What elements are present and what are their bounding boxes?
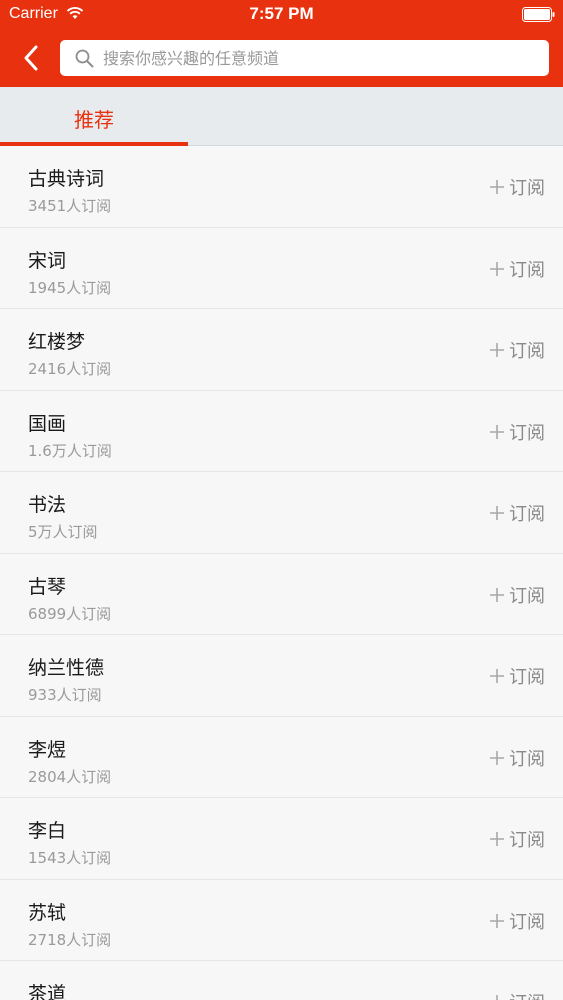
subscribe-label: 订阅 [509,989,545,1000]
list-item[interactable]: 古琴 6899人订阅 订阅 [0,553,563,635]
channel-name: 茶道 [28,983,67,1000]
subscriber-count: 2718人订阅 [28,930,112,949]
subscribe-button[interactable]: 订阅 [489,907,545,935]
plus-icon [490,750,504,765]
list-item[interactable]: 李煜 2804人订阅 订阅 [0,716,563,798]
subscribe-button[interactable]: 订阅 [489,336,545,364]
back-chevron-icon [24,45,38,71]
search-input[interactable] [101,42,549,74]
search-icon [75,49,94,67]
subscribe-button[interactable]: 订阅 [489,255,545,283]
channel-name: 古琴 [28,575,67,598]
subscriber-count: 6899人订阅 [28,604,112,623]
list-item[interactable]: 国画 1.6万人订阅 订阅 [0,390,563,472]
subscribe-button[interactable]: 订阅 [489,825,545,853]
tab-recommended[interactable]: 推荐 [0,87,188,146]
plus-icon [490,587,504,602]
channel-list: 古典诗词 3451人订阅 订阅 宋词 1945人订阅 订阅 红楼梦 2416人订… [0,146,563,1000]
subscribe-label: 订阅 [509,830,545,851]
subscriber-count: 1.6万人订阅 [28,441,112,460]
subscriber-count: 3451人订阅 [28,197,112,215]
subscriber-count: 2416人订阅 [28,360,112,378]
channel-name: 李白 [28,820,67,842]
battery-icon [522,7,555,22]
channel-name: 红楼梦 [28,331,86,353]
list-item[interactable]: 纳兰性德 933人订阅 订阅 [0,635,563,717]
plus-icon [490,506,504,520]
subscribe-button[interactable]: 订阅 [489,581,545,609]
subscribe-button[interactable]: 订阅 [489,988,545,1000]
header: Carrier 7:57 PM [0,0,563,87]
list-item[interactable]: 苏轼 2718人订阅 订阅 [0,879,563,961]
subscriber-count: 933人订阅 [28,686,102,704]
plus-icon [490,261,504,276]
subscribe-button[interactable]: 订阅 [489,418,545,446]
list-item[interactable]: 李白 1543人订阅 订阅 [0,798,563,880]
subscribe-label: 订阅 [509,504,545,525]
list-item[interactable]: 红楼梦 2416人订阅 订阅 [0,309,563,391]
search-box[interactable] [60,40,549,76]
channel-name: 古典诗词 [28,168,105,190]
subscriber-count: 1945人订阅 [28,278,112,297]
plus-icon [490,913,504,928]
subscribe-label: 订阅 [509,585,545,607]
list-item[interactable]: 宋词 1945人订阅 订阅 [0,227,563,309]
plus-icon [490,424,504,439]
plus-icon [490,669,504,683]
subscribe-label: 订阅 [509,667,545,688]
back-button[interactable] [14,40,48,76]
subscriber-count: 2804人订阅 [28,767,112,786]
tab-bar: 推荐 [0,87,563,146]
channel-name: 李煜 [28,738,67,761]
channel-name: 苏轼 [28,901,67,924]
plus-icon [490,180,504,194]
subscribe-label: 订阅 [509,911,545,933]
tab-label: 推荐 [74,108,114,132]
channel-search-screen: Carrier 7:57 PM 搜索你感兴趣的任意频道 推荐 古典诗词 3451… [0,0,563,1000]
subscribe-button[interactable]: 订阅 [489,499,545,527]
list-item[interactable]: 书法 5万人订阅 订阅 [0,472,563,554]
subscribe-label: 订阅 [509,422,545,444]
status-time: 7:57 PM [249,4,314,23]
subscribe-label: 订阅 [509,341,545,362]
plus-icon [490,343,504,357]
subscribe-label: 订阅 [509,748,545,770]
subscriber-count: 5万人订阅 [28,523,98,541]
channel-name: 宋词 [28,249,67,272]
subscribe-button[interactable]: 订阅 [489,173,545,201]
plus-icon [490,832,504,846]
plus-icon [496,995,498,1000]
subscribe-button[interactable]: 订阅 [489,744,545,772]
list-item[interactable]: 茶道 订阅 [0,961,563,1000]
subscribe-label: 订阅 [509,178,545,199]
subscriber-count: 1543人订阅 [28,849,112,867]
subscribe-button[interactable]: 订阅 [489,662,545,690]
subscribe-label: 订阅 [509,259,545,281]
channel-name: 国画 [28,412,67,435]
channel-name: 纳兰性德 [28,657,105,679]
status-bar: Carrier 7:57 PM [0,0,563,30]
channel-name: 书法 [28,494,67,516]
list-item[interactable]: 古典诗词 3451人订阅 订阅 [0,146,563,228]
